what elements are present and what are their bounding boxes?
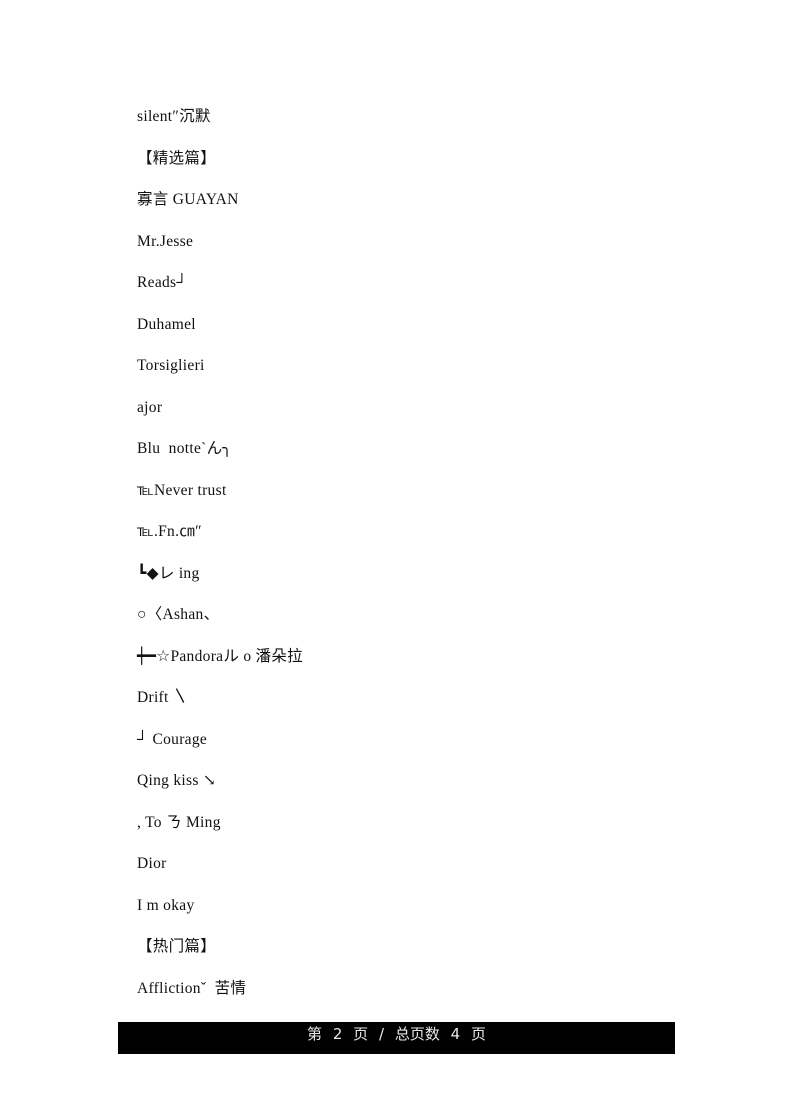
list-item: Reads┘ (137, 274, 188, 291)
list-item: silent″沉默 (137, 108, 211, 125)
list-item: ┗◆レ ing (137, 564, 200, 582)
page-footer: 第 2 页 / 总页数 4 页 (118, 1022, 675, 1054)
list-item: 寡言 GUAYAN (137, 191, 239, 208)
list-item: Duhamel (137, 315, 196, 333)
list-item: Blu notteˋん╮ (137, 440, 233, 457)
list-item: ○〈Ashan、 (137, 606, 220, 623)
current-page-number: 2 (332, 1025, 343, 1043)
list-item: , To ㄋ Ming (137, 813, 221, 831)
list-item: Qing kiss ↘ (137, 772, 217, 789)
page-word-2: 页 (470, 1025, 486, 1043)
list-item: ┘ Courage (137, 730, 208, 748)
total-pages-number: 4 (450, 1025, 461, 1043)
section-heading-popular: 【热门篇】 (137, 938, 217, 955)
page-word: 页 (353, 1025, 369, 1043)
list-item: Torsiglieri (137, 357, 205, 374)
section-heading-selected: 【精选篇】 (137, 149, 217, 167)
list-item: Dior (137, 855, 167, 872)
list-item: I m okay (137, 896, 195, 914)
list-item: Afflictionˇ 苦情 (137, 979, 247, 997)
name-list: silent″沉默 【精选篇】 寡言 GUAYAN Mr.Jesse Reads… (137, 104, 303, 1017)
list-item: Drift 〵 (137, 689, 189, 706)
list-item: ℡Never trust (137, 481, 227, 499)
document-page: silent″沉默 【精选篇】 寡言 GUAYAN Mr.Jesse Reads… (0, 0, 792, 1120)
total-pages-label: 总页数 (394, 1025, 440, 1043)
list-item: Mr.Jesse (137, 232, 194, 250)
list-item: ℡.Fn.㎝″ (137, 523, 202, 540)
list-item: ajor (137, 398, 163, 416)
page-separator: / (378, 1025, 385, 1043)
page-prefix: 第 (307, 1025, 323, 1043)
list-item: ┿━☆Pandoraル o 潘朵拉 (137, 647, 303, 665)
